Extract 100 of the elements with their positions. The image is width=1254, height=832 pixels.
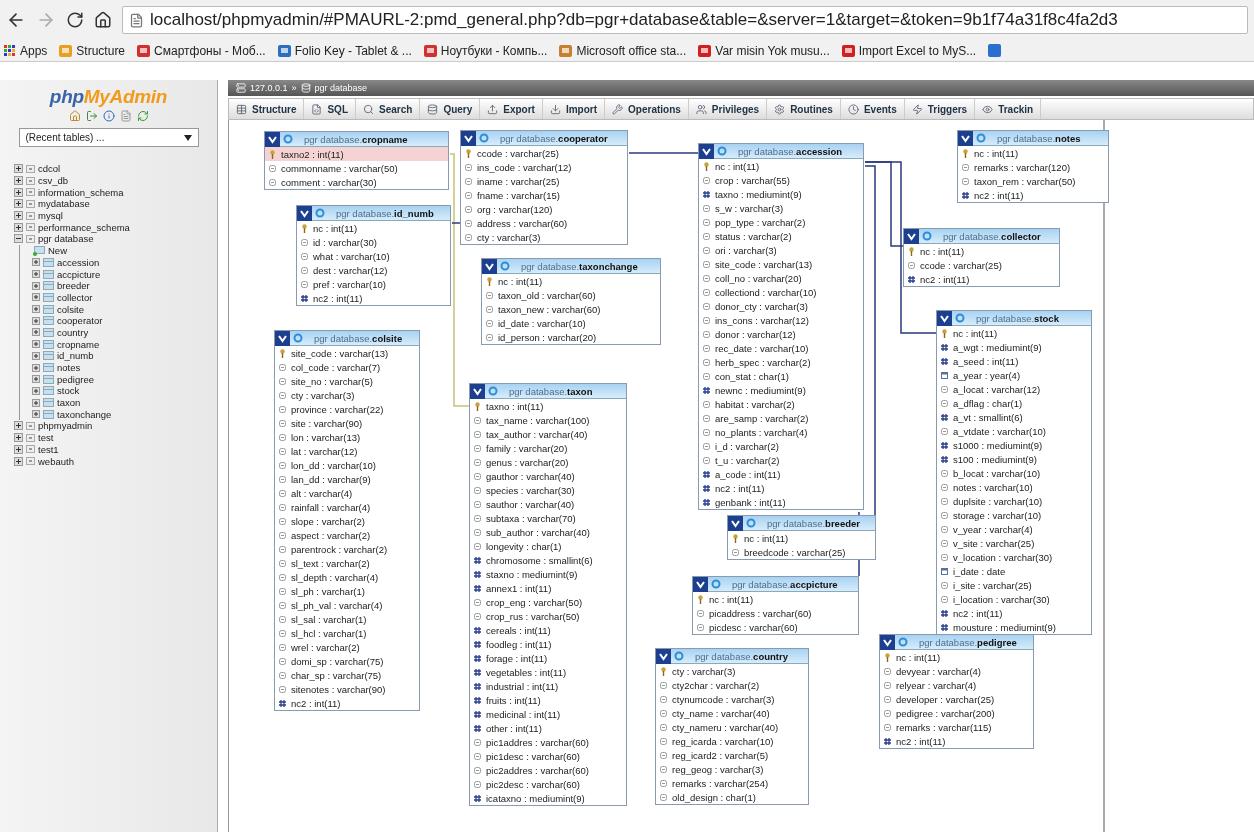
- ring-icon[interactable]: [283, 134, 293, 144]
- field-row[interactable]: no_plants : varchar(4): [699, 425, 863, 439]
- field-row[interactable]: nc2 : int(11): [880, 734, 1033, 748]
- field-row[interactable]: id : varchar(30): [297, 235, 450, 249]
- expand-toggle[interactable]: [32, 398, 40, 407]
- field-row[interactable]: a_vtdate : varchar(10): [937, 424, 1091, 438]
- bookmark-link[interactable]: Microsoft office sta...: [559, 43, 687, 58]
- expand-toggle[interactable]: [32, 270, 40, 279]
- collapse-toggle-icon[interactable]: [728, 515, 743, 531]
- collapse-toggle-icon[interactable]: [275, 330, 290, 346]
- collapse-toggle-icon[interactable]: [656, 648, 671, 664]
- field-row[interactable]: subtaxa : varchar(70): [470, 511, 626, 525]
- bookmark-link[interactable]: Folio Key - Tablet & ...: [277, 43, 412, 58]
- expand-toggle[interactable]: [32, 340, 40, 349]
- field-row[interactable]: a_vt : smallint(6): [937, 410, 1091, 424]
- database-link[interactable]: mysql: [38, 210, 63, 222]
- field-row[interactable]: a_wgt : mediumint(9): [937, 340, 1091, 354]
- field-row[interactable]: nc : int(11): [297, 221, 450, 235]
- field-row[interactable]: nc : int(11): [693, 592, 858, 606]
- field-row[interactable]: pref : varchar(10): [297, 277, 450, 291]
- field-row[interactable]: cty2char : varchar(2): [656, 678, 808, 692]
- table-link[interactable]: cropname: [57, 338, 100, 350]
- field-row[interactable]: remarks : varchar(120): [958, 160, 1108, 174]
- field-row[interactable]: ins_cons : varchar(12): [699, 313, 863, 327]
- expand-toggle[interactable]: [14, 199, 23, 209]
- expand-toggle[interactable]: [32, 258, 40, 267]
- tab[interactable]: Events: [840, 99, 905, 119]
- field-row[interactable]: s100 : mediumint(9): [937, 452, 1091, 466]
- field-row[interactable]: lan_dd : varchar(9): [275, 472, 419, 486]
- collapse-toggle-icon[interactable]: [470, 383, 485, 399]
- ring-icon[interactable]: [500, 261, 510, 271]
- field-row[interactable]: genus : varchar(20): [470, 455, 626, 469]
- field-row[interactable]: a_locat : varchar(12): [937, 382, 1091, 396]
- field-row[interactable]: developer : varchar(25): [880, 692, 1033, 706]
- field-row[interactable]: taxon_new : varchar(60): [482, 302, 660, 316]
- table-link[interactable]: taxonchange: [57, 408, 112, 420]
- table-card[interactable]: pgr database.cooperator ccode : varchar(25) ins_code : varchar(12) iname : varchar(25) fname : varchar(15) org : varchar(120) address : varchar(60) cty : varchar(3): [460, 130, 628, 245]
- bookmark-link[interactable]: Var misin Yok musu...: [698, 43, 830, 58]
- field-row[interactable]: cty : varchar(3): [275, 388, 419, 402]
- home-icon[interactable]: [68, 110, 81, 122]
- database-link[interactable]: pgr database: [38, 233, 94, 245]
- bookmark-link[interactable]: Смартфоны - Моб...: [137, 43, 266, 58]
- tab[interactable]: Structure: [229, 99, 305, 119]
- collapse-toggle-icon[interactable]: [958, 130, 973, 146]
- field-row[interactable]: iname : varchar(25): [461, 174, 627, 188]
- field-row[interactable]: crop : varchar(55): [699, 173, 863, 187]
- table-card[interactable]: [655, 648, 809, 805]
- field-row[interactable]: col_code : varchar(7): [275, 360, 419, 374]
- ring-icon[interactable]: [674, 651, 684, 661]
- bookmark-icon[interactable]: [988, 44, 1002, 57]
- field-row[interactable]: what : varchar(10): [297, 249, 450, 263]
- field-row[interactable]: crop_rus : varchar(50): [470, 609, 626, 623]
- database-link[interactable]: phpmyadmin: [38, 420, 93, 432]
- field-row[interactable]: cty_nameru : varchar(40): [656, 720, 808, 734]
- table-link[interactable]: country: [57, 326, 89, 338]
- database-link[interactable]: test1: [38, 443, 59, 455]
- field-row[interactable]: nc2 : int(11): [297, 291, 450, 305]
- field-row[interactable]: herb_spec : varchar(2): [699, 355, 863, 369]
- ring-icon[interactable]: [976, 133, 986, 143]
- field-row[interactable]: t_u : varchar(2): [699, 453, 863, 467]
- ring-icon[interactable]: [746, 518, 756, 528]
- field-row[interactable]: taxno2 : int(11): [265, 147, 448, 161]
- database-link[interactable]: information_schema: [38, 186, 124, 198]
- field-row[interactable]: province : varchar(22): [275, 402, 419, 416]
- table-link[interactable]: accession: [57, 256, 100, 268]
- field-row[interactable]: species : varchar(30): [470, 483, 626, 497]
- field-row[interactable]: aspect : varchar(2): [275, 528, 419, 542]
- field-row[interactable]: pic1desc : varchar(60): [470, 749, 626, 763]
- field-row[interactable]: wrel : varchar(2): [275, 640, 419, 654]
- tab[interactable]: Trackin: [975, 99, 1042, 119]
- field-row[interactable]: sl_text : varchar(2): [275, 556, 419, 570]
- field-row[interactable]: sl_ph_val : varchar(4): [275, 598, 419, 612]
- table-link[interactable]: accpicture: [57, 268, 101, 280]
- field-row[interactable]: taxon_rem : varchar(50): [958, 174, 1108, 188]
- field-row[interactable]: sauthor : varchar(40): [470, 497, 626, 511]
- field-row[interactable]: sl_depth : varchar(4): [275, 570, 419, 584]
- field-row[interactable]: nc : int(11): [699, 159, 863, 173]
- tab[interactable]: Export: [480, 99, 543, 119]
- field-row[interactable]: cty : varchar(3): [461, 230, 627, 244]
- expand-toggle[interactable]: [32, 305, 40, 314]
- table-card[interactable]: [698, 143, 864, 510]
- field-row[interactable]: ins_code : varchar(12): [461, 160, 627, 174]
- logout-icon[interactable]: [85, 110, 98, 122]
- field-row[interactable]: org : varchar(120): [461, 202, 627, 216]
- address-field[interactable]: localhost/phpmyadmin/#PMAURL-2:pmd_general.php?db=pgr+database&table=&server=1&target=&token=9b1f74a31f8c4fa2d3: [122, 6, 1248, 34]
- expand-toggle[interactable]: [32, 328, 40, 337]
- server-link[interactable]: 127.0.0.1: [250, 83, 288, 93]
- field-row[interactable]: lon_dd : varchar(10): [275, 458, 419, 472]
- field-row[interactable]: a_year : year(4): [937, 368, 1091, 382]
- field-row[interactable]: ccode : varchar(25): [461, 146, 627, 160]
- field-row[interactable]: sitenotes : varchar(90): [275, 682, 419, 696]
- expand-toggle[interactable]: [14, 187, 23, 197]
- collapse-toggle-icon[interactable]: [880, 634, 895, 650]
- field-row[interactable]: con_stat : char(1): [699, 369, 863, 383]
- field-row[interactable]: i_d : varchar(2): [699, 439, 863, 453]
- table-link[interactable]: breeder: [57, 280, 90, 292]
- field-row[interactable]: reg_icard2 : varchar(5): [656, 748, 808, 762]
- field-row[interactable]: a_code : int(11): [699, 467, 863, 481]
- table-card[interactable]: [469, 383, 627, 806]
- bookmark-link[interactable]: Structure: [59, 43, 126, 58]
